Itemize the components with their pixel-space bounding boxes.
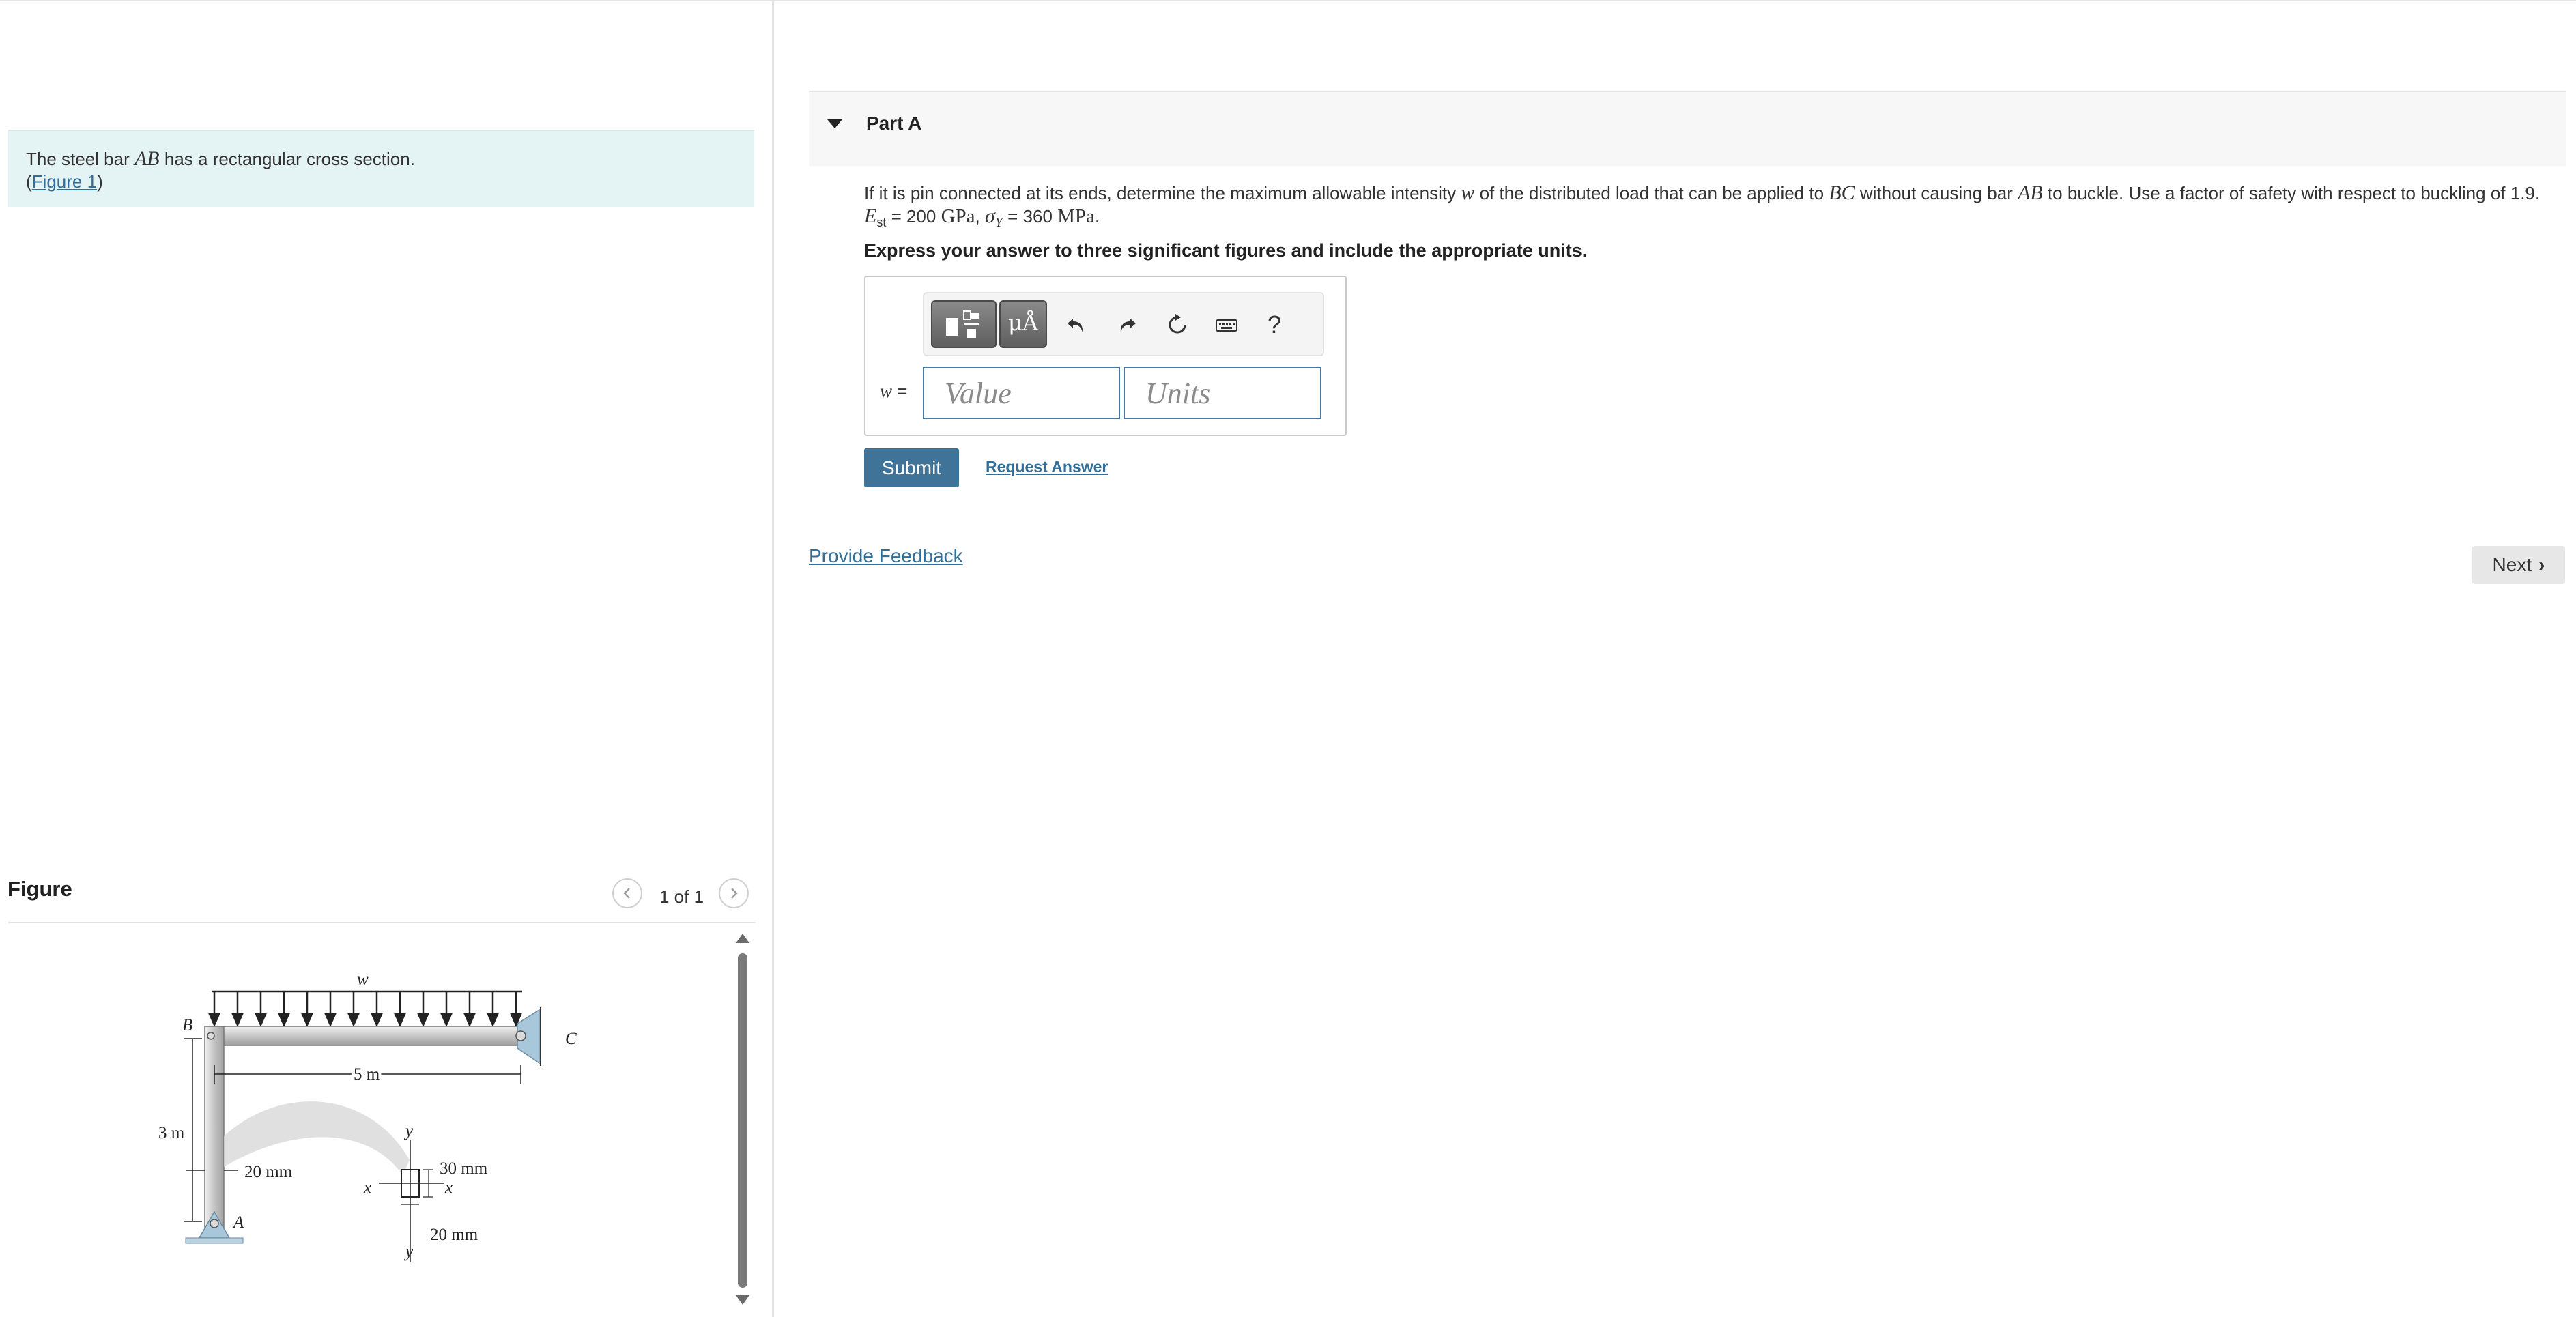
- prev-figure-button[interactable]: [612, 878, 642, 908]
- problem-intro: The steel bar AB has a rectangular cross…: [8, 130, 754, 207]
- label-span: 5 m: [354, 1065, 380, 1084]
- pin-c: [515, 1030, 526, 1041]
- redo-icon: [1120, 319, 1136, 332]
- column-ab: [204, 1026, 225, 1233]
- next-figure-button[interactable]: [719, 878, 749, 908]
- units-input[interactable]: [1124, 367, 1321, 419]
- chevron-right-icon: ›: [2538, 554, 2545, 575]
- panel-divider: [772, 0, 774, 1317]
- beam-bc: [210, 1026, 521, 1046]
- value-input[interactable]: [923, 367, 1120, 419]
- intro-text: The steel bar: [26, 149, 134, 169]
- figure-title: Figure: [8, 877, 72, 901]
- distributed-load-arrows: [208, 990, 522, 1028]
- mu-angstrom-icon: μÅ: [1008, 310, 1038, 336]
- intro-bar-symbol: AB: [134, 147, 160, 170]
- part-a-header[interactable]: Part A: [809, 91, 2566, 166]
- next-button[interactable]: Next ›: [2472, 546, 2565, 584]
- figure-scrollbar[interactable]: [732, 929, 753, 1309]
- undo-icon: [1068, 319, 1083, 332]
- label-axis-y-bottom: y: [403, 1243, 414, 1261]
- figure-divider: [8, 922, 756, 923]
- keyboard-button[interactable]: [1210, 306, 1244, 344]
- help-button[interactable]: ?: [1257, 306, 1291, 344]
- submit-button[interactable]: Submit: [864, 448, 959, 487]
- label-height: 3 m: [158, 1124, 185, 1142]
- chevron-left-icon: [623, 888, 630, 899]
- question-text: If it is pin connected at its ends, dete…: [864, 182, 2541, 231]
- answer-instruction: Express your answer to three significant…: [864, 240, 1588, 261]
- chevron-right-icon: [731, 888, 738, 899]
- keyboard-icon: [1216, 319, 1237, 332]
- label-axis-x-right: x: [444, 1178, 453, 1197]
- math-toolbar: μÅ ?: [923, 292, 1324, 356]
- next-label: Next: [2492, 554, 2532, 575]
- reset-button[interactable]: [1160, 306, 1194, 344]
- answer-box: μÅ ? w =: [864, 276, 1347, 436]
- undo-button[interactable]: [1059, 306, 1093, 344]
- scroll-thumb[interactable]: [738, 953, 747, 1288]
- label-c: C: [565, 1030, 577, 1048]
- reset-icon: [1169, 314, 1186, 334]
- redo-button[interactable]: [1110, 306, 1144, 344]
- figure-link-wrapper: (Figure 1): [26, 171, 103, 192]
- figure-diagram: B C A w 5 m 3 m 20 mm 30 mm 20 mm x x y …: [158, 970, 577, 1262]
- figure-pager: 1 of 1: [659, 886, 704, 907]
- intro-text-end: has a rectangular cross section.: [159, 149, 415, 169]
- left-panel: The steel bar AB has a rectangular cross…: [0, 0, 771, 1317]
- label-b: B: [182, 1016, 192, 1034]
- units-symbol-button[interactable]: μÅ: [999, 300, 1047, 348]
- collapse-caret-icon[interactable]: [827, 119, 842, 128]
- label-axis-x-left: x: [363, 1178, 371, 1197]
- label-dim-left: 20 mm: [244, 1163, 293, 1181]
- pin-b: [207, 1032, 215, 1040]
- request-answer-link[interactable]: Request Answer: [986, 458, 1108, 476]
- figure-link[interactable]: Figure 1: [32, 171, 97, 192]
- label-w: w: [357, 970, 369, 989]
- provide-feedback-link[interactable]: Provide Feedback: [809, 545, 963, 567]
- modulus-symbol: E: [864, 205, 877, 227]
- variable-label: w =: [880, 381, 908, 401]
- label-dim-width: 20 mm: [430, 1226, 478, 1244]
- label-dim-depth: 30 mm: [440, 1159, 488, 1178]
- template-icon: [946, 310, 979, 338]
- help-icon: ?: [1267, 310, 1282, 338]
- label-a: A: [232, 1213, 244, 1232]
- scroll-down-arrow-icon[interactable]: [736, 1295, 749, 1305]
- template-button[interactable]: [931, 300, 997, 348]
- label-axis-y-top: y: [403, 1122, 414, 1140]
- part-title: Part A: [866, 113, 922, 134]
- yield-symbol: σ: [984, 205, 995, 227]
- scroll-up-arrow-icon[interactable]: [736, 934, 749, 943]
